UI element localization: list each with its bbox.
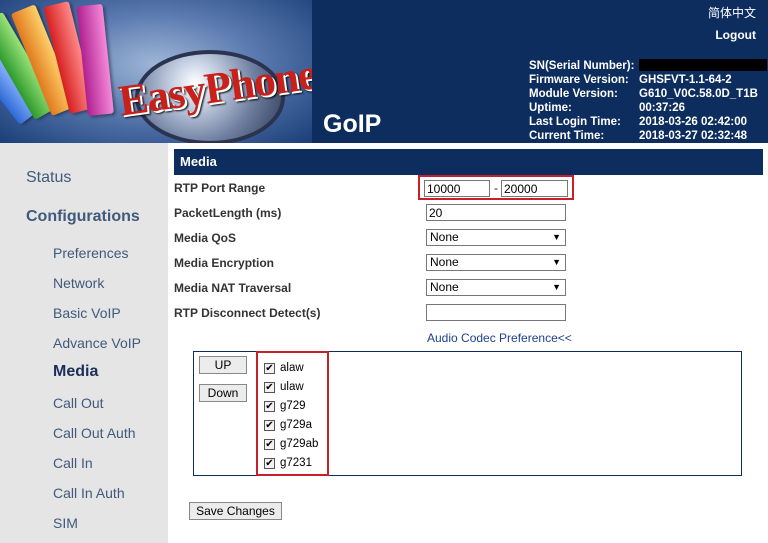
brand-logo: EasyPhone xyxy=(0,0,312,143)
codec-label: g729a xyxy=(280,419,312,431)
codec-preference-link[interactable]: Audio Codec Preference<< xyxy=(427,331,572,345)
sidebar-item-preferences[interactable]: Preferences xyxy=(53,245,128,261)
media-encryption-value: None xyxy=(430,255,459,269)
info-value: 00:37:26 xyxy=(639,102,686,114)
info-value: GHSFVT-1.1-64-2 xyxy=(639,74,732,86)
info-value: 2018-03-27 02:32:48 xyxy=(639,130,748,142)
codec-item[interactable]: ✔ g729ab xyxy=(264,438,318,450)
media-nat-traversal-value: None xyxy=(430,280,459,294)
info-row-module: Module Version: G610_V0C.58.0D_T1B xyxy=(529,87,767,101)
info-label: Module Version: xyxy=(529,88,618,100)
info-row-current-time: Current Time: 2018-03-27 02:32:48 xyxy=(529,129,767,143)
language-link[interactable]: 简体中文 xyxy=(708,4,756,21)
checkbox-checked-icon[interactable]: ✔ xyxy=(264,457,275,469)
move-up-button[interactable]: UP xyxy=(199,356,247,374)
media-qos-select[interactable]: None ▼ xyxy=(426,229,566,246)
move-down-button[interactable]: Down xyxy=(199,384,247,402)
sidebar-item-sim[interactable]: SIM xyxy=(53,515,78,531)
media-qos-label: Media QoS xyxy=(174,231,237,245)
logout-link[interactable]: Logout xyxy=(715,28,756,42)
sidebar-status[interactable]: Status xyxy=(26,169,71,187)
device-info: SN(Serial Number): Firmware Version: GHS… xyxy=(529,59,767,143)
codec-label: ulaw xyxy=(280,381,304,393)
packet-length-label: PacketLength (ms) xyxy=(174,206,282,220)
section-title: Media xyxy=(174,149,763,175)
codec-item[interactable]: ✔ g729a xyxy=(264,419,312,431)
media-encryption-select[interactable]: None ▼ xyxy=(426,254,566,271)
sidebar: Status Configurations Preferences Networ… xyxy=(0,143,168,543)
sidebar-item-call-out[interactable]: Call Out xyxy=(53,395,104,411)
page-header: EasyPhone GoIP 简体中文 Logout SN(Serial Num… xyxy=(0,0,768,143)
codec-label: g729 xyxy=(280,400,306,412)
info-label: Firmware Version: xyxy=(529,74,629,86)
checkbox-checked-icon[interactable]: ✔ xyxy=(264,362,275,374)
rtp-port-range-label: RTP Port Range xyxy=(174,181,266,195)
codec-item[interactable]: ✔ alaw xyxy=(264,362,304,374)
media-nat-traversal-label: Media NAT Traversal xyxy=(174,281,292,295)
info-value: 2018-03-26 02:42:00 xyxy=(639,116,748,128)
sidebar-item-call-in[interactable]: Call In xyxy=(53,455,93,471)
info-label: Last Login Time: xyxy=(529,116,621,128)
checkbox-checked-icon[interactable]: ✔ xyxy=(264,419,275,431)
rtp-port-from-input[interactable] xyxy=(424,180,490,197)
info-value: G610_V0C.58.0D_T1B xyxy=(639,88,758,100)
codec-label: g7231 xyxy=(280,457,312,469)
checkbox-checked-icon[interactable]: ✔ xyxy=(264,381,275,393)
dropdown-arrow-icon: ▼ xyxy=(552,282,561,292)
sidebar-item-basic-voip[interactable]: Basic VoIP xyxy=(53,305,121,321)
codec-label: alaw xyxy=(280,362,304,374)
sidebar-item-media[interactable]: Media xyxy=(53,363,98,381)
sidebar-item-network[interactable]: Network xyxy=(53,275,104,291)
checkbox-checked-icon[interactable]: ✔ xyxy=(264,438,275,450)
codec-item[interactable]: ✔ ulaw xyxy=(264,381,304,393)
info-row-sn: SN(Serial Number): xyxy=(529,59,767,73)
dropdown-arrow-icon: ▼ xyxy=(552,232,561,242)
product-name: GoIP xyxy=(323,110,382,138)
codec-item[interactable]: ✔ g729 xyxy=(264,400,306,412)
info-label: Uptime: xyxy=(529,102,572,114)
codec-item[interactable]: ✔ g7231 xyxy=(264,457,312,469)
save-changes-button[interactable]: Save Changes xyxy=(189,502,282,520)
packet-length-input[interactable] xyxy=(426,204,566,221)
info-row-last-login: Last Login Time: 2018-03-26 02:42:00 xyxy=(529,115,767,129)
dropdown-arrow-icon: ▼ xyxy=(552,257,561,267)
sidebar-item-advance-voip[interactable]: Advance VoIP xyxy=(53,335,141,351)
media-encryption-label: Media Encryption xyxy=(174,256,275,270)
media-nat-traversal-select[interactable]: None ▼ xyxy=(426,279,566,296)
info-label: Current Time: xyxy=(529,130,605,142)
redacted-serial xyxy=(639,59,767,71)
rtp-disconnect-input[interactable] xyxy=(426,304,566,321)
sidebar-item-call-in-auth[interactable]: Call In Auth xyxy=(53,485,125,501)
sidebar-item-call-out-auth[interactable]: Call Out Auth xyxy=(53,425,136,441)
checkbox-checked-icon[interactable]: ✔ xyxy=(264,400,275,412)
range-separator: - xyxy=(494,181,498,195)
sidebar-configurations[interactable]: Configurations xyxy=(26,208,140,226)
codec-label: g729ab xyxy=(280,438,319,450)
info-label: SN(Serial Number): xyxy=(529,60,635,72)
info-row-uptime: Uptime: 00:37:26 xyxy=(529,101,767,115)
info-row-firmware: Firmware Version: GHSFVT-1.1-64-2 xyxy=(529,73,767,87)
rtp-port-to-input[interactable] xyxy=(501,180,568,197)
rtp-disconnect-label: RTP Disconnect Detect(s) xyxy=(174,306,321,320)
media-qos-value: None xyxy=(430,230,459,244)
